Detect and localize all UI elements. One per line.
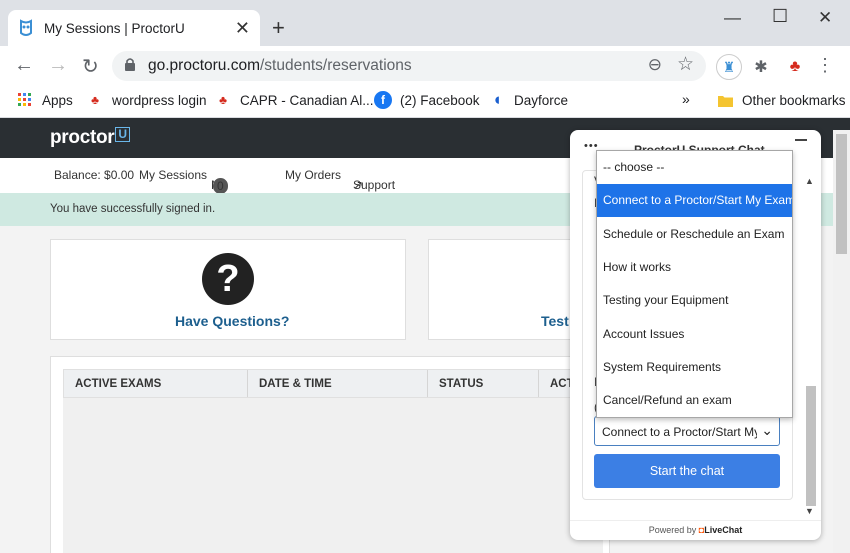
chat-topic-select[interactable]: Connect to a Proctor/Start My Exam ⌄	[594, 416, 780, 446]
selected-topic: Connect to a Proctor/Start My Exam	[602, 425, 757, 439]
bookmark-star-icon[interactable]: ☆	[677, 53, 694, 76]
bookmark-apps[interactable]: Apps	[16, 91, 73, 109]
dropdown-option-connect[interactable]: Connect to a Proctor/Start My Exam	[597, 184, 792, 217]
folder-icon	[716, 91, 734, 109]
table-header: ACTIVE EXAMS DATE & TIME STATUS ACT	[63, 369, 603, 398]
zoom-icon[interactable]: ⊖	[648, 55, 662, 75]
bookmark-wordpress[interactable]: ♣ wordpress login	[86, 91, 207, 109]
column-header: DATE & TIME	[259, 378, 332, 390]
chevron-down-icon: ⌄	[761, 422, 773, 438]
chat-scrollbar[interactable]: ▲ ▼	[805, 176, 817, 516]
nav-my-sessions[interactable]: My Sessions	[139, 168, 207, 182]
dropdown-option-schedule[interactable]: Schedule or Reschedule an Exam	[597, 218, 792, 251]
forward-icon[interactable]: →	[48, 54, 68, 77]
bookmark-label: wordpress login	[112, 92, 207, 108]
topic-dropdown-list: -- choose -- Connect to a Proctor/Start …	[596, 150, 793, 418]
column-divider	[427, 370, 428, 397]
browser-tabstrip: My Sessions | ProctorU ✕ + — ☐ ✕	[0, 0, 850, 46]
bookmark-facebook[interactable]: f (2) Facebook	[374, 91, 480, 109]
alert-message: You have successfully signed in.	[50, 203, 216, 215]
bookmark-label: Apps	[42, 92, 73, 108]
page-scrollbar[interactable]	[833, 130, 850, 553]
proctoru-extension-icon[interactable]: ♜	[716, 54, 742, 80]
column-header: STATUS	[439, 378, 484, 390]
apps-grid-icon	[16, 91, 34, 109]
reload-icon[interactable]: ↻	[82, 54, 99, 79]
chat-footer: Powered by ◘LiveChat	[570, 520, 821, 540]
livechat-brand: LiveChat	[704, 525, 743, 535]
more-bookmarks-icon[interactable]: »	[682, 91, 690, 107]
proctoru-owl-icon	[20, 19, 32, 36]
page-scrollbar-thumb[interactable]	[836, 134, 847, 254]
maximize-window-icon[interactable]: ☐	[772, 6, 788, 27]
dayforce-icon: ◖	[491, 90, 503, 109]
question-mark-icon: ?	[202, 253, 254, 305]
bookmark-capr[interactable]: ♣ CAPR - Canadian Al...	[214, 91, 374, 109]
dropdown-option-choose[interactable]: -- choose --	[597, 151, 792, 184]
bookmark-label: Dayforce	[514, 92, 569, 108]
dropdown-option-requirements[interactable]: System Requirements	[597, 351, 792, 384]
column-divider	[247, 370, 248, 397]
dropdown-option-account[interactable]: Account Issues	[597, 318, 792, 351]
test-link[interactable]: Test	[541, 313, 569, 329]
column-divider	[538, 370, 539, 397]
bookmark-label: CAPR - Canadian Al...	[240, 92, 374, 108]
url-text: go.proctoru.com/students/reservations	[148, 57, 412, 74]
start-chat-button[interactable]: Start the chat	[594, 454, 780, 488]
canada-maple-icon: ♣	[91, 93, 99, 107]
have-questions-card[interactable]: ? Have Questions?	[50, 239, 406, 340]
proctoru-logo[interactable]: proctor U	[50, 127, 130, 149]
cart-count-badge: 0	[213, 178, 228, 194]
browser-tab[interactable]: My Sessions | ProctorU ✕	[8, 10, 260, 46]
external-link-icon: ↗	[353, 178, 364, 192]
browser-menu-icon[interactable]: ⋮	[816, 55, 834, 76]
balance-text: Balance: $0.00	[54, 168, 135, 182]
facebook-icon: f	[374, 91, 392, 109]
bookmarks-bar: Apps ♣ wordpress login ♣ CAPR - Canadian…	[0, 86, 850, 118]
lock-icon	[125, 58, 135, 71]
nav-my-orders[interactable]: My Orders	[285, 168, 341, 182]
close-window-icon[interactable]: ✕	[818, 8, 832, 28]
canada-maple-icon: ♣	[219, 93, 227, 107]
scroll-up-icon[interactable]: ▲	[805, 176, 814, 186]
tab-title: My Sessions | ProctorU	[44, 20, 185, 36]
dropdown-option-testing[interactable]: Testing your Equipment	[597, 284, 792, 317]
sessions-table: ACTIVE EXAMS DATE & TIME STATUS ACT	[50, 356, 610, 553]
dropdown-option-how-it-works[interactable]: How it works	[597, 251, 792, 284]
dropdown-option-cancel[interactable]: Cancel/Refund an exam	[597, 384, 792, 417]
bookmark-dayforce[interactable]: ◖ Dayforce	[488, 90, 569, 109]
close-tab-icon[interactable]: ✕	[235, 18, 250, 39]
have-questions-link[interactable]: Have Questions?	[175, 313, 289, 329]
back-icon[interactable]: ←	[14, 54, 34, 77]
extensions-puzzle-icon[interactable]: ✱	[748, 54, 774, 80]
scroll-down-icon[interactable]: ▼	[805, 506, 814, 516]
other-bookmarks[interactable]: Other bookmarks	[716, 91, 846, 109]
chat-scrollbar-thumb[interactable]	[806, 386, 816, 506]
bookmark-label: (2) Facebook	[400, 92, 480, 108]
address-bar[interactable]: go.proctoru.com/students/reservations ⊖ …	[112, 51, 706, 81]
canada-extension-icon[interactable]: ♣	[782, 54, 808, 80]
minimize-window-icon[interactable]: —	[724, 8, 741, 28]
minimize-chat-icon[interactable]	[795, 139, 807, 141]
browser-toolbar: ← → ↻ go.proctoru.com/students/reservati…	[0, 46, 850, 86]
column-header: ACTIVE EXAMS	[75, 378, 162, 390]
table-body	[63, 398, 603, 553]
powered-by-text: Powered by	[648, 525, 697, 535]
other-bookmarks-label: Other bookmarks	[742, 92, 846, 108]
new-tab-icon[interactable]: +	[272, 15, 285, 41]
